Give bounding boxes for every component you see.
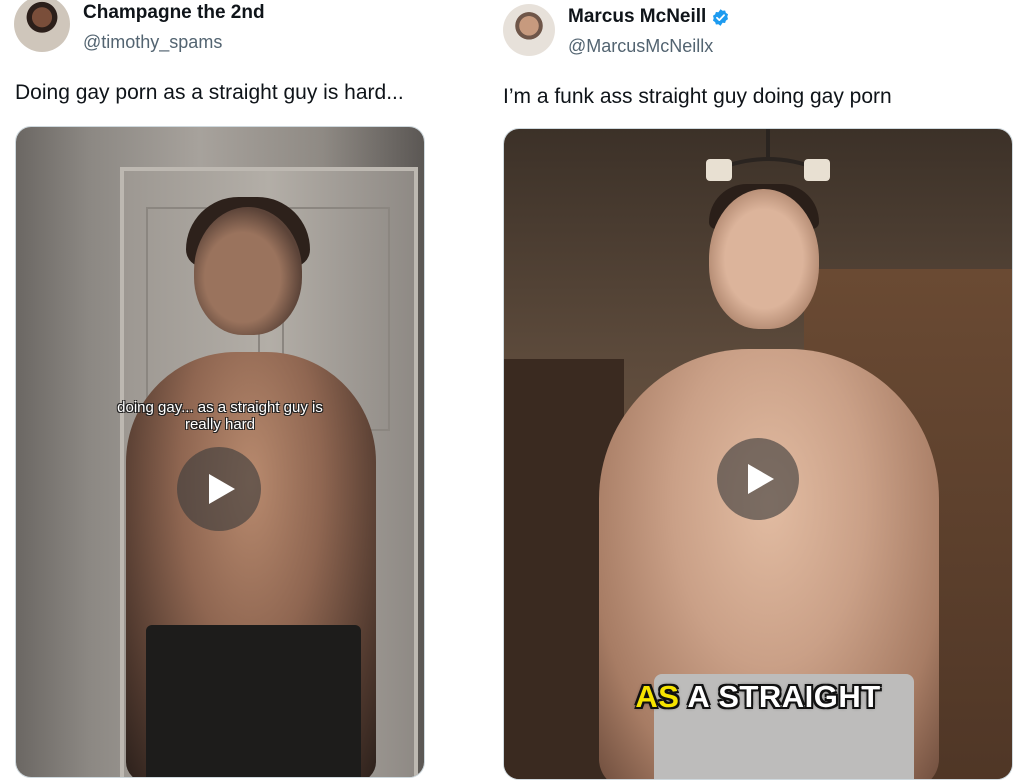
video-caption: doing gay... as a straight guy is really… — [16, 399, 424, 433]
video-player[interactable]: doing gay... as a straight guy is really… — [15, 126, 425, 778]
play-button[interactable] — [717, 438, 799, 520]
tweet-card-left[interactable]: Champagne the 2nd @timothy_spams Doing g… — [0, 0, 470, 778]
video-caption-highlight: AS — [635, 679, 680, 714]
tweet-text: I’m a funk ass straight guy doing gay po… — [503, 85, 892, 108]
author-info: Champagne the 2nd @timothy_spams — [83, 2, 265, 53]
display-name[interactable]: Champagne the 2nd — [83, 2, 265, 24]
avatar[interactable] — [14, 0, 70, 52]
video-caption-text: A STRAIGHT — [687, 679, 881, 714]
video-frame-head — [194, 207, 302, 335]
video-caption-line: really hard — [184, 416, 256, 433]
avatar[interactable] — [503, 4, 555, 56]
author-info: Marcus McNeill @MarcusMcNeillx — [568, 6, 730, 57]
video-frame-head — [709, 189, 819, 329]
play-icon — [748, 464, 774, 494]
display-name-text[interactable]: Marcus McNeill — [568, 6, 706, 28]
video-frame-shorts — [146, 625, 361, 777]
tweet-card-right[interactable]: Marcus McNeill @MarcusMcNeillx I’m a fun… — [494, 0, 1024, 780]
video-caption: AS A STRAIGHT — [504, 679, 1012, 715]
display-name[interactable]: Marcus McNeill — [568, 6, 730, 28]
video-player[interactable]: AS A STRAIGHT — [503, 128, 1013, 780]
play-icon — [209, 474, 235, 504]
display-name-text[interactable]: Champagne the 2nd — [83, 2, 265, 24]
video-caption-line: doing gay... as a straight guy is — [117, 399, 323, 416]
user-handle[interactable]: @timothy_spams — [83, 31, 265, 53]
user-handle[interactable]: @MarcusMcNeillx — [568, 35, 730, 57]
play-button[interactable] — [177, 447, 261, 531]
tweet-text: Doing gay porn as a straight guy is hard… — [15, 81, 404, 104]
verified-badge-icon — [713, 8, 729, 26]
